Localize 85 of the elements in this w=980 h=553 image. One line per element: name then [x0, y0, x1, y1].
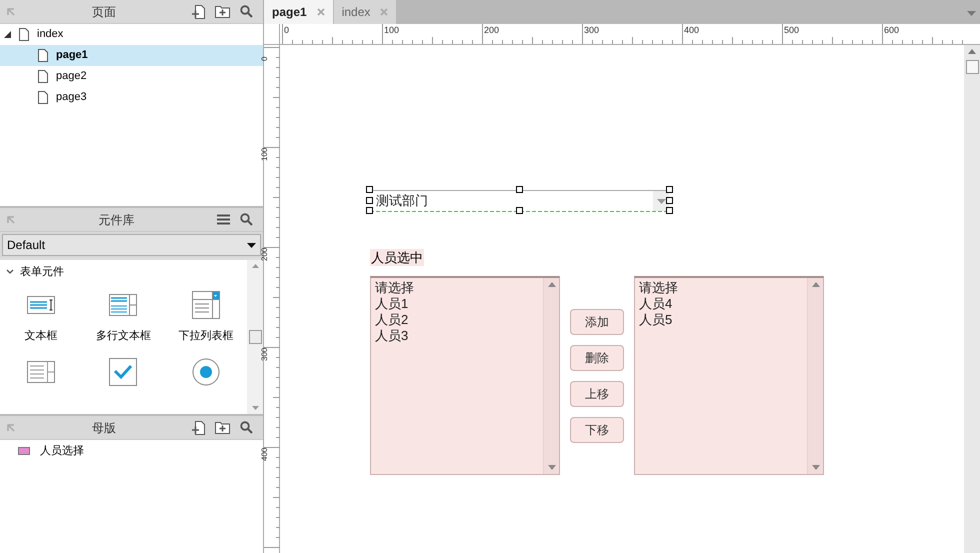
ruler-label: 200 — [484, 24, 500, 36]
scroll-up-icon[interactable] — [968, 49, 976, 54]
textbox-widget-icon[interactable] — [27, 296, 56, 314]
tree-item[interactable]: page2 — [0, 66, 263, 87]
master-icon — [18, 447, 30, 455]
listbox[interactable]: 请选择 人员4 人员5 — [634, 276, 824, 475]
close-icon[interactable] — [316, 8, 325, 16]
dropdown[interactable]: 测试部门 — [370, 190, 669, 211]
scroll-thumb[interactable] — [248, 330, 262, 344]
page-icon — [38, 49, 48, 62]
radio-button-widget-icon[interactable] — [192, 358, 220, 386]
ruler-label: 100 — [384, 24, 400, 36]
add-folder-icon[interactable] — [215, 5, 230, 18]
page-name: page3 — [56, 90, 87, 106]
panel-title: 母版 — [91, 420, 117, 436]
scroll-down-icon[interactable] — [812, 465, 820, 470]
list-option[interactable]: 请选择 — [375, 280, 543, 296]
ruler-label: 300 — [260, 348, 269, 361]
textarea-widget-icon[interactable] — [109, 294, 138, 316]
list-option[interactable]: 人员2 — [375, 312, 543, 328]
master-item[interactable]: 人员选择 — [0, 440, 263, 462]
dropdown-list-widget-icon[interactable] — [192, 291, 220, 319]
action-button[interactable]: 添加 — [570, 309, 624, 335]
list-option[interactable]: 人员1 — [375, 296, 543, 312]
action-button[interactable]: 下移 — [570, 417, 624, 443]
library-select[interactable]: Default — [2, 234, 261, 256]
page-name: page1 — [56, 48, 88, 64]
page-name: index — [37, 27, 64, 42]
expanded-triangle-icon[interactable] — [4, 31, 11, 38]
scroll-down-icon[interactable] — [252, 406, 258, 410]
ruler-label: 600 — [884, 24, 900, 36]
widget-group-header[interactable]: 表单元件 — [0, 260, 247, 284]
ruler-label: 0 — [284, 24, 290, 36]
listbox-widget-icon[interactable] — [27, 360, 56, 382]
ruler-label: 0 — [260, 56, 269, 61]
page-icon — [38, 70, 48, 83]
widget-label: 多行文本框 — [96, 328, 151, 344]
list-option[interactable]: 人员3 — [375, 328, 543, 344]
search-icon[interactable] — [240, 5, 253, 18]
ruler-label: 100 — [260, 148, 269, 161]
selection-handles[interactable] — [366, 186, 673, 215]
caret-icon — [247, 242, 256, 248]
scrollbar[interactable] — [543, 278, 559, 474]
section-label: 人员选中 — [370, 249, 424, 266]
widget-label: 下拉列表框 — [178, 329, 234, 344]
scrollbar[interactable] — [247, 260, 263, 414]
list-option[interactable]: 人员4 — [639, 296, 807, 312]
scroll-up-icon[interactable] — [252, 264, 258, 268]
search-icon[interactable] — [240, 421, 253, 434]
scroll-up-icon[interactable] — [548, 282, 556, 287]
list-option[interactable]: 请选择 — [639, 280, 807, 296]
caret-icon — [656, 198, 666, 204]
page-icon — [19, 28, 29, 41]
ruler-label: 400 — [260, 448, 269, 461]
checkbox-widget-icon[interactable] — [109, 358, 138, 386]
ruler-label: 400 — [684, 24, 700, 36]
tree-item[interactable]: page1 — [0, 45, 263, 66]
scroll-thumb[interactable] — [966, 60, 978, 74]
search-icon[interactable] — [240, 213, 253, 226]
list-option[interactable]: 人员5 — [639, 312, 807, 328]
scroll-up-icon[interactable] — [812, 282, 820, 287]
listbox[interactable]: 请选择 人员1 人员2 人员3 — [370, 276, 560, 475]
page-tab[interactable]: page1 — [264, 0, 333, 24]
action-button[interactable]: 删除 — [570, 345, 624, 371]
ruler-label: 200 — [260, 248, 269, 261]
caret-icon[interactable] — [967, 11, 976, 16]
add-folder-icon[interactable] — [215, 421, 230, 434]
scroll-down-icon[interactable] — [548, 465, 556, 470]
add-page-icon[interactable] — [192, 4, 205, 18]
page-icon — [38, 91, 48, 104]
chevron-down-icon[interactable] — [6, 269, 14, 275]
ruler-label: 300 — [584, 24, 600, 36]
page-tab[interactable]: index — [332, 0, 396, 24]
tree-item[interactable]: index — [0, 24, 263, 45]
page-name: page2 — [56, 69, 87, 84]
panel-title: 元件库 — [98, 212, 136, 228]
add-page-icon[interactable] — [192, 420, 205, 434]
menu-icon[interactable] — [217, 214, 230, 225]
scrollbar[interactable] — [807, 278, 823, 474]
action-button[interactable]: 上移 — [570, 381, 624, 407]
ruler-label: 500 — [784, 24, 800, 36]
tree-item[interactable]: page3 — [0, 87, 263, 108]
widget-label: 文本框 — [24, 328, 58, 344]
scrollbar[interactable] — [964, 45, 980, 553]
panel-title: 页面 — [91, 4, 117, 20]
